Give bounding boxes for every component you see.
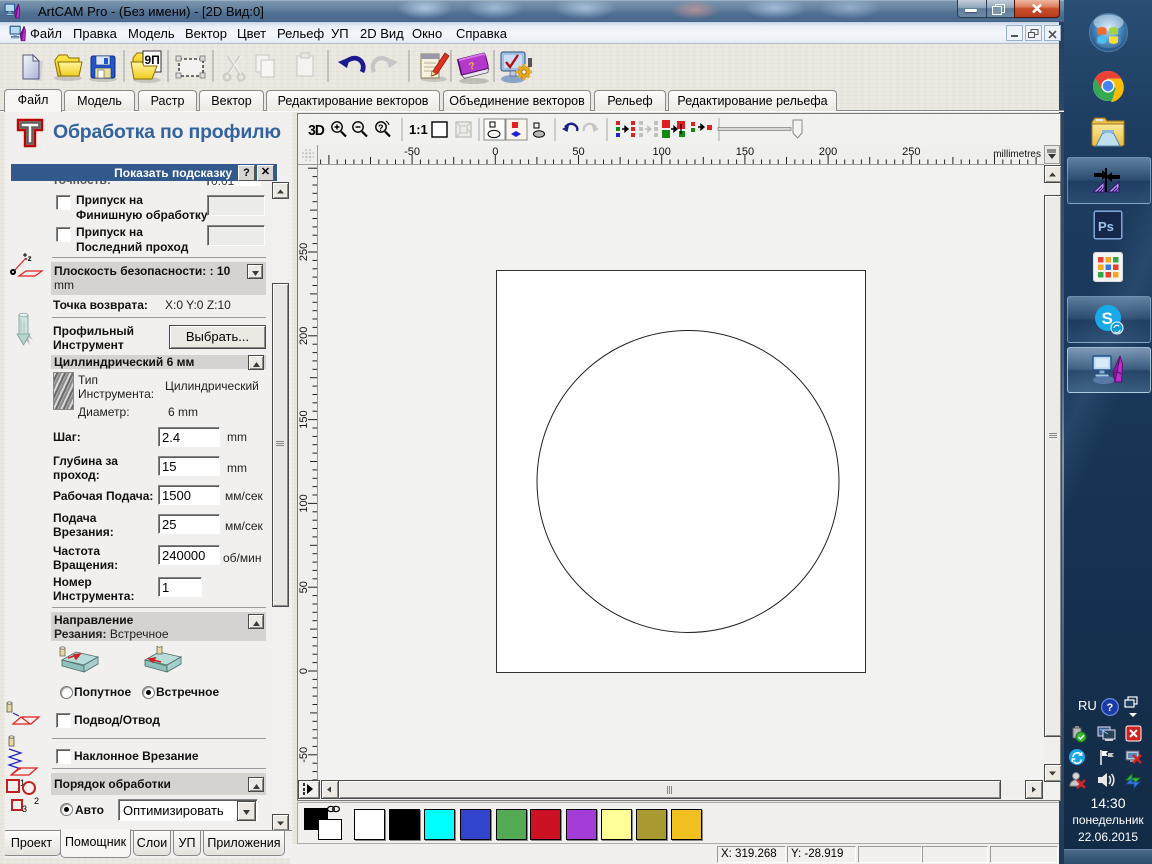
svg-text:S: S: [1102, 309, 1113, 328]
svg-text:0: 0: [298, 668, 310, 674]
svg-text:150: 150: [298, 410, 310, 428]
svg-text:200: 200: [298, 327, 310, 345]
svg-text:?: ?: [1107, 702, 1114, 714]
svg-text:?: ?: [378, 123, 384, 133]
svg-text:0: 0: [492, 146, 498, 158]
svg-text:50: 50: [572, 146, 584, 158]
svg-text:3: 3: [22, 804, 27, 814]
svg-text:100: 100: [298, 494, 310, 512]
svg-text:-50: -50: [404, 146, 420, 158]
svg-text:200: 200: [819, 146, 837, 158]
svg-text:2: 2: [34, 796, 39, 806]
svg-text:50: 50: [298, 581, 310, 593]
svg-text:-50: -50: [298, 747, 310, 763]
svg-text:3D: 3D: [308, 123, 324, 140]
svg-text:1:1: 1:1: [409, 122, 428, 137]
svg-text:100: 100: [653, 146, 671, 158]
svg-text:250: 250: [298, 243, 310, 261]
svg-text:250: 250: [902, 146, 920, 158]
svg-text:Ps: Ps: [1098, 219, 1114, 234]
svg-text:millimetres: millimetres: [993, 149, 1041, 160]
svg-text:150: 150: [736, 146, 754, 158]
svg-text:9П: 9П: [145, 53, 160, 67]
